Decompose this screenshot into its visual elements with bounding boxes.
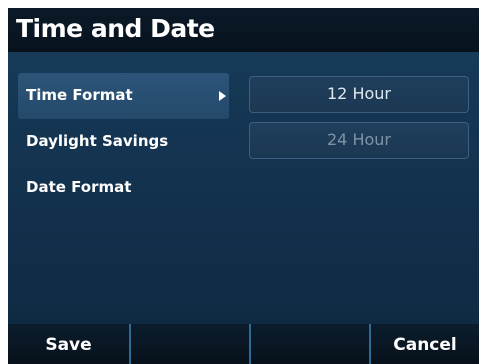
softkey-bar: Save Cancel [8, 324, 479, 364]
phone-screen: Time and Date Time Format Daylight Savin… [8, 8, 479, 364]
menu-item-daylight-savings[interactable]: Daylight Savings [18, 119, 229, 165]
triangle-right-icon [219, 91, 226, 101]
page-title: Time and Date [16, 14, 215, 43]
menu-item-label: Date Format [26, 178, 132, 196]
option-12-hour[interactable]: 12 Hour [249, 76, 469, 113]
save-button[interactable]: Save [8, 324, 129, 364]
menu-item-label: Time Format [26, 86, 133, 104]
title-bar: Time and Date [8, 8, 479, 52]
menu-item-time-format[interactable]: Time Format [18, 73, 229, 119]
cancel-button[interactable]: Cancel [369, 324, 479, 364]
option-24-hour[interactable]: 24 Hour [249, 122, 469, 159]
content-area: Time Format Daylight Savings Date Format… [8, 52, 479, 324]
softkey-2[interactable] [129, 324, 249, 364]
menu-item-date-format[interactable]: Date Format [18, 165, 229, 211]
menu-item-label: Daylight Savings [26, 132, 169, 150]
softkey-3[interactable] [249, 324, 369, 364]
